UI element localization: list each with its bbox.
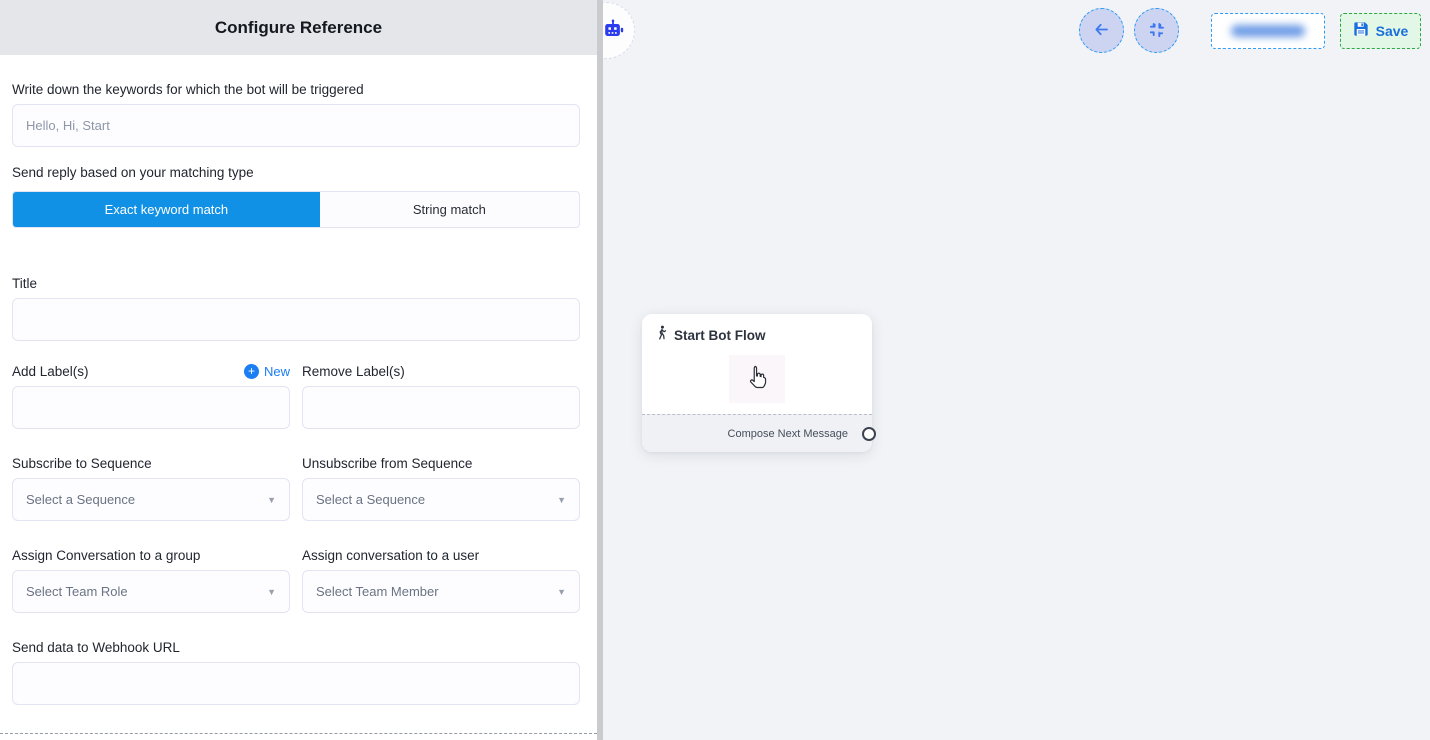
assign-user-select[interactable]: Select Team Member ▼ xyxy=(302,570,580,613)
assign-user-value: Select Team Member xyxy=(316,584,439,599)
start-bot-flow-node[interactable]: Start Bot Flow Compose Next Message xyxy=(642,314,872,452)
panel-header: Configure Reference xyxy=(0,0,597,55)
fit-view-button[interactable] xyxy=(1134,8,1179,53)
add-labels-input[interactable] xyxy=(12,386,290,429)
blurred-label xyxy=(1231,25,1305,37)
title-label: Title xyxy=(12,276,580,291)
tab-exact-keyword-match[interactable]: Exact keyword match xyxy=(13,192,320,227)
panel-bottom-divider xyxy=(0,733,597,734)
page-title: Configure Reference xyxy=(215,18,382,38)
subscribe-sequence-value: Select a Sequence xyxy=(26,492,135,507)
compress-icon xyxy=(1149,22,1164,40)
new-label-text: New xyxy=(264,364,290,379)
node-title: Start Bot Flow xyxy=(674,328,766,343)
remove-labels-input[interactable] xyxy=(302,386,580,429)
compose-next-message-label: Compose Next Message xyxy=(728,428,848,440)
add-labels-label: Add Label(s) xyxy=(12,364,89,379)
subscribe-sequence-select[interactable]: Select a Sequence ▼ xyxy=(12,478,290,521)
unsubscribe-sequence-select[interactable]: Select a Sequence ▼ xyxy=(302,478,580,521)
remove-labels-label: Remove Label(s) xyxy=(302,364,405,379)
canvas-toolbar: Save xyxy=(1069,8,1421,53)
keywords-label: Write down the keywords for which the bo… xyxy=(12,82,580,97)
unsubscribe-sequence-label: Unsubscribe from Sequence xyxy=(302,456,580,471)
save-button-label: Save xyxy=(1376,23,1409,39)
keywords-input[interactable] xyxy=(12,104,580,147)
assign-group-label: Assign Conversation to a group xyxy=(12,548,290,563)
chevron-down-icon: ▼ xyxy=(267,587,276,597)
title-input[interactable] xyxy=(12,298,580,341)
configure-reference-panel: Configure Reference Write down the keywo… xyxy=(0,0,597,740)
assign-group-value: Select Team Role xyxy=(26,584,128,599)
redacted-button[interactable] xyxy=(1211,13,1325,49)
assign-user-label: Assign conversation to a user xyxy=(302,548,580,563)
matching-type-label: Send reply based on your matching type xyxy=(12,165,580,180)
chevron-down-icon: ▼ xyxy=(557,495,566,505)
node-footer: Compose Next Message xyxy=(642,414,872,452)
new-label-button[interactable]: + New xyxy=(244,364,290,379)
matching-type-tabs: Exact keyword match String match xyxy=(12,191,580,228)
panel-scrollbar[interactable] xyxy=(597,0,603,740)
assign-group-select[interactable]: Select Team Role ▼ xyxy=(12,570,290,613)
webhook-url-input[interactable] xyxy=(12,662,580,705)
plus-icon: + xyxy=(244,364,259,379)
webhook-url-label: Send data to Webhook URL xyxy=(12,640,580,655)
node-header: Start Bot Flow xyxy=(642,314,872,343)
connection-handle[interactable] xyxy=(862,427,876,441)
save-button[interactable]: Save xyxy=(1340,13,1421,49)
unsubscribe-sequence-value: Select a Sequence xyxy=(316,492,425,507)
node-body xyxy=(642,343,872,414)
subscribe-sequence-label: Subscribe to Sequence xyxy=(12,456,290,471)
chevron-down-icon: ▼ xyxy=(267,495,276,505)
arrow-left-icon xyxy=(1092,20,1111,42)
back-button[interactable] xyxy=(1079,8,1124,53)
floppy-save-icon xyxy=(1353,21,1369,40)
hand-pointer-icon xyxy=(729,355,785,403)
chevron-down-icon: ▼ xyxy=(557,587,566,597)
tab-string-match[interactable]: String match xyxy=(320,192,579,227)
